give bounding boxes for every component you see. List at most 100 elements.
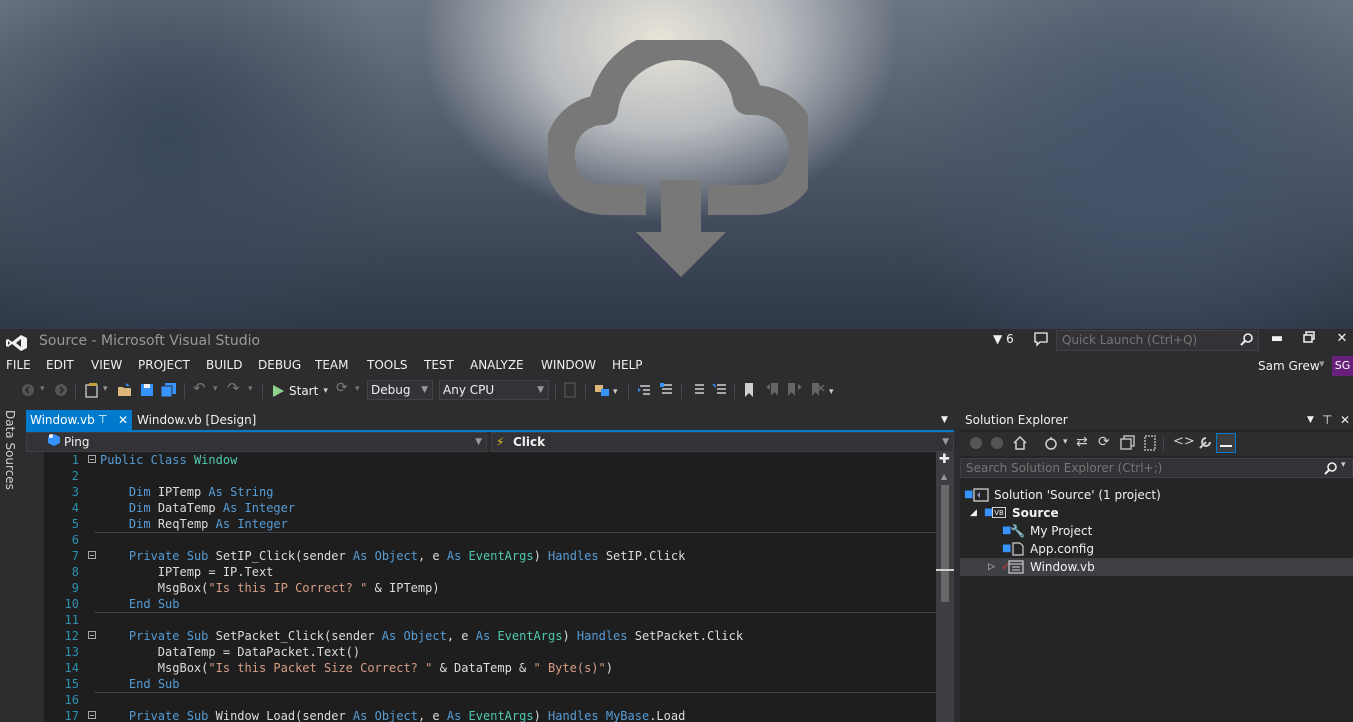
class-dropdown[interactable]: Ping ▼ — [26, 432, 487, 452]
chevron-down-icon[interactable]: ▾ — [613, 387, 618, 397]
solution-explorer-search[interactable]: ▾ — [960, 458, 1353, 478]
collapse-region-icon[interactable] — [88, 711, 96, 719]
expanded-arrow-icon[interactable]: ◢ — [970, 504, 977, 522]
code-line[interactable]: 2 — [44, 468, 936, 484]
menu-view[interactable]: VIEW — [91, 358, 122, 372]
code-line[interactable]: 5 Dim ReqTemp As Integer — [44, 516, 936, 532]
code-line[interactable]: 17 Private Sub Window_Load(sender As Obj… — [44, 708, 936, 722]
code-line[interactable]: 6 — [44, 532, 936, 548]
scrollbar-thumb[interactable] — [941, 485, 949, 602]
tab-window-vb[interactable]: Window.vb ⊤ ✕ — [26, 410, 132, 430]
code-line[interactable]: 10 End Sub — [44, 596, 936, 612]
collapsed-arrow-icon[interactable]: ▷ — [988, 558, 995, 576]
code-line[interactable]: 11 — [44, 612, 936, 628]
minimize-button[interactable]: ▬ — [1266, 331, 1288, 349]
restore-button[interactable] — [1298, 331, 1320, 349]
close-icon[interactable]: ✕ — [1340, 410, 1350, 430]
code-line[interactable]: 9 MsgBox("Is this IP Correct? " & IPTemp… — [44, 580, 936, 596]
close-icon[interactable]: ✕ — [118, 410, 128, 430]
toolbar-options-icon[interactable]: ▾ — [829, 387, 834, 397]
tab-window-vb-design[interactable]: Window.vb [Design] — [137, 410, 256, 430]
member-dropdown[interactable]: ⚡ Click ▼ — [491, 432, 954, 452]
vertical-scrollbar[interactable]: ✚ ▲ — [936, 452, 954, 722]
code-line[interactable]: 7 Private Sub SetIP_Click(sender As Obje… — [44, 548, 936, 564]
menu-build[interactable]: BUILD — [206, 358, 242, 372]
menu-file[interactable]: FILE — [6, 358, 31, 372]
code-line[interactable]: 14 MsgBox("Is this Packet Size Correct? … — [44, 660, 936, 676]
next-bookmark-icon[interactable] — [787, 382, 803, 398]
solution-configuration-select[interactable]: Debug ▼ — [367, 380, 433, 400]
properties-wrench-icon[interactable] — [1197, 435, 1213, 451]
new-project-icon[interactable] — [84, 382, 100, 398]
step-over-icon[interactable] — [659, 382, 675, 398]
pin-icon[interactable]: ⊤ — [1322, 410, 1332, 430]
tab-overflow-icon[interactable]: ▼ — [941, 410, 948, 430]
notifications-button[interactable]: ▼ 6 — [993, 332, 1014, 346]
data-sources-tab[interactable]: Data Sources — [0, 406, 22, 722]
chevron-down-icon[interactable]: ▾ — [248, 384, 253, 394]
show-all-files-icon[interactable] — [1142, 435, 1158, 451]
chevron-down-icon[interactable]: ▾ — [1063, 437, 1068, 447]
open-file-icon[interactable] — [117, 382, 133, 398]
quick-launch-box[interactable] — [1056, 330, 1259, 351]
code-line[interactable]: 13 DataTemp = DataPacket.Text() — [44, 644, 936, 660]
close-window-button[interactable]: ✕ — [1331, 331, 1353, 349]
split-window-icon[interactable]: ✚ — [939, 452, 950, 467]
menu-project[interactable]: PROJECT — [138, 358, 190, 372]
code-line[interactable]: 4 Dim DataTemp As Integer — [44, 500, 936, 516]
preview-selected-items-button[interactable] — [1216, 433, 1236, 453]
previous-bookmark-icon[interactable] — [765, 382, 781, 398]
redo-icon[interactable]: ↷ — [227, 379, 240, 397]
menu-help[interactable]: HELP — [612, 358, 643, 372]
refresh-icon[interactable]: ⟳ — [336, 380, 348, 396]
code-line[interactable]: 3 Dim IPTemp As String — [44, 484, 936, 500]
start-debugging-button[interactable]: Start ▾ — [272, 381, 328, 401]
collapse-region-icon[interactable] — [88, 631, 96, 639]
step-into-icon[interactable] — [637, 382, 653, 398]
code-line[interactable]: 16 — [44, 692, 936, 708]
code-editor[interactable]: 1 Public Class Window 2 3 Dim IPTemp As Str… — [26, 452, 954, 722]
find-in-files-icon[interactable] — [563, 382, 577, 398]
undo-icon[interactable]: ↶ — [193, 379, 206, 397]
menu-analyze[interactable]: ANALYZE — [470, 358, 524, 372]
menu-window[interactable]: WINDOW — [541, 358, 596, 372]
navigate-back-icon[interactable] — [20, 382, 36, 398]
chevron-down-icon[interactable]: ▾ — [213, 384, 218, 394]
view-code-icon[interactable]: <> — [1173, 434, 1195, 449]
save-all-icon[interactable] — [160, 382, 178, 398]
panel-menu-icon[interactable]: ▼ — [1307, 410, 1314, 430]
solution-search-input[interactable] — [961, 459, 1311, 477]
navigate-forward-icon[interactable] — [53, 382, 69, 398]
chevron-down-icon[interactable]: ▾ — [103, 384, 108, 394]
menu-team[interactable]: TEAM — [315, 358, 348, 372]
user-name[interactable]: Sam Grew — [1258, 359, 1320, 373]
chevron-down-icon[interactable]: ▾ — [355, 384, 360, 394]
menu-tools[interactable]: TOOLS — [367, 358, 408, 372]
refresh-icon[interactable]: ⟳ — [1098, 434, 1110, 450]
comment-lines-icon[interactable] — [690, 382, 706, 398]
bookmark-icon[interactable] — [743, 382, 755, 398]
collapse-region-icon[interactable] — [88, 551, 96, 559]
menu-test[interactable]: TEST — [424, 358, 454, 372]
scroll-up-icon[interactable]: ▲ — [941, 472, 947, 481]
clear-bookmarks-icon[interactable] — [809, 382, 825, 398]
code-line[interactable]: 12 Private Sub SetPacket_Click(sender As… — [44, 628, 936, 644]
chevron-down-icon[interactable]: ▾ — [1319, 357, 1325, 370]
sync-with-document-icon[interactable]: ⇄ — [1076, 434, 1088, 450]
solution-platform-select[interactable]: Any CPU ▼ — [439, 380, 549, 400]
collapse-region-icon[interactable] — [88, 455, 96, 463]
collapse-all-icon[interactable] — [1120, 435, 1136, 451]
back-icon[interactable] — [969, 436, 983, 450]
code-line[interactable]: 15 End Sub — [44, 676, 936, 692]
code-line[interactable]: 1 Public Class Window — [44, 452, 936, 468]
code-line[interactable]: 8 IPTemp = IP.Text — [44, 564, 936, 580]
feedback-icon[interactable] — [1033, 331, 1049, 347]
home-icon[interactable] — [1012, 435, 1028, 451]
pending-changes-filter-icon[interactable] — [1043, 435, 1059, 451]
chevron-down-icon[interactable]: ▾ — [1341, 460, 1346, 470]
menu-edit[interactable]: EDIT — [46, 358, 74, 372]
pin-icon[interactable]: ⊤ — [98, 410, 108, 430]
save-icon[interactable] — [139, 382, 155, 398]
chevron-down-icon[interactable]: ▾ — [40, 384, 45, 394]
quick-launch-input[interactable] — [1057, 331, 1237, 349]
